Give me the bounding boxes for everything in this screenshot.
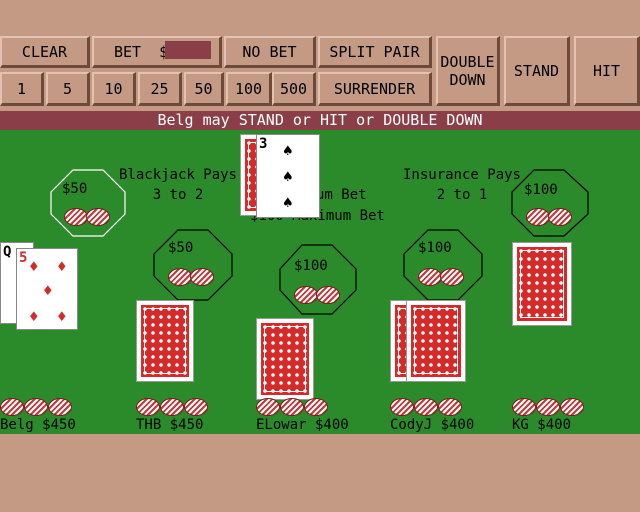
minimum-bet-text: um Bet bbox=[316, 187, 367, 203]
stand-button[interactable]: STAND bbox=[504, 36, 570, 106]
chips-in-spot-kg bbox=[526, 208, 574, 226]
bet-amount-elowar: $100 bbox=[294, 258, 328, 274]
diamond-icon: ♦ bbox=[57, 257, 67, 276]
chips-in-spot-codyj bbox=[418, 268, 466, 286]
chip-50-button[interactable]: 50 bbox=[184, 72, 224, 106]
diamond-icon: ♦ bbox=[57, 307, 67, 326]
bet-amount-field[interactable] bbox=[165, 41, 211, 59]
player-belg: Belg $450 bbox=[0, 417, 76, 433]
chips-in-spot-elowar bbox=[294, 286, 342, 304]
belg-card-queen-rank: Q bbox=[3, 244, 12, 260]
kg-card-back bbox=[512, 242, 572, 326]
player-elowar: ELowar $400 bbox=[256, 417, 349, 433]
dealer-up-card: 3 ♠ ♠ ♠ bbox=[256, 134, 320, 218]
player-thb: THB $450 bbox=[136, 417, 204, 433]
player-codyj: CodyJ $400 bbox=[390, 417, 475, 433]
chip-25-button[interactable]: 25 bbox=[138, 72, 182, 106]
insurance-pays-text: Insurance Pays 2 to 1 bbox=[402, 167, 521, 203]
bet-amount-thb: $50 bbox=[168, 240, 194, 256]
thb-card-back bbox=[136, 300, 194, 382]
belg-card-five-rank: 5 bbox=[19, 250, 28, 266]
chip-1-button[interactable]: 1 bbox=[0, 72, 44, 106]
elowar-card-back bbox=[256, 318, 314, 400]
clear-button[interactable]: CLEAR bbox=[0, 36, 90, 68]
chip-100-button[interactable]: 100 bbox=[226, 72, 272, 106]
diamond-icon: ♦ bbox=[29, 257, 39, 276]
chip-10-button[interactable]: 10 bbox=[92, 72, 136, 106]
diamond-icon: ♦ bbox=[43, 281, 53, 300]
chips-kg bbox=[512, 398, 588, 416]
chips-codyj bbox=[390, 398, 466, 416]
player-kg: KG $400 bbox=[512, 417, 572, 433]
codyj-card-back-2 bbox=[406, 300, 466, 382]
no-bet-button[interactable]: NO BET bbox=[224, 36, 316, 68]
bet-label: BET $ bbox=[114, 42, 169, 61]
double-down-button[interactable]: DOUBLE DOWN bbox=[436, 36, 500, 106]
split-pair-button[interactable]: SPLIT PAIR bbox=[318, 36, 432, 68]
chips-in-spot-belg bbox=[64, 208, 112, 226]
spade-icon: ♠ bbox=[283, 141, 293, 160]
status-message: Belg may STAND or HIT or DOUBLE DOWN bbox=[0, 111, 640, 130]
surrender-button[interactable]: SURRENDER bbox=[318, 72, 432, 106]
dealer-card-rank: 3 bbox=[259, 136, 268, 152]
chips-in-spot-thb bbox=[168, 268, 216, 286]
diamond-icon: ♦ bbox=[29, 307, 39, 326]
chip-5-button[interactable]: 5 bbox=[46, 72, 90, 106]
chips-belg bbox=[0, 398, 76, 416]
spade-icon: ♠ bbox=[283, 193, 293, 212]
chip-500-button[interactable]: 500 bbox=[272, 72, 316, 106]
spade-icon: ♠ bbox=[283, 167, 293, 186]
chips-elowar bbox=[256, 398, 332, 416]
bet-amount-belg: $50 bbox=[62, 181, 88, 197]
blackjack-pays-text: Blackjack Pays 3 to 2 bbox=[118, 167, 237, 203]
chips-thb bbox=[136, 398, 212, 416]
belg-card-five: 5 ♦ ♦ ♦ ♦ ♦ bbox=[16, 248, 78, 330]
bet-amount-codyj: $100 bbox=[418, 240, 452, 256]
bet-amount-kg: $100 bbox=[524, 182, 558, 198]
hit-button[interactable]: HIT bbox=[574, 36, 640, 106]
